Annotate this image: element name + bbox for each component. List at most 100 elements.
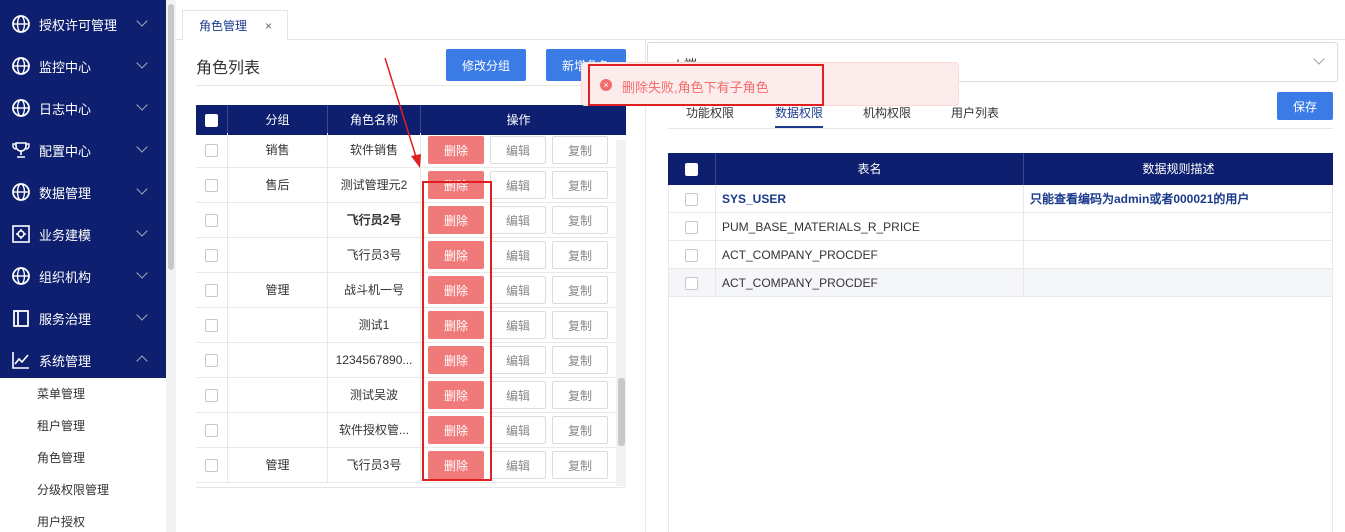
sidebar-subitem-0[interactable]: 菜单管理 [37, 378, 85, 410]
row-select[interactable] [196, 203, 228, 238]
sidebar-item-4[interactable]: 数据管理 [0, 171, 166, 213]
copy-button[interactable]: 复制 [552, 311, 608, 339]
row-role-name[interactable]: 战斗机一号 [328, 273, 421, 308]
edit-button[interactable]: 编辑 [490, 206, 546, 234]
row-select[interactable] [196, 273, 228, 308]
row-checkbox[interactable] [205, 319, 218, 333]
row-role-name[interactable]: 软件销售 [328, 133, 421, 168]
edit-button[interactable]: 编辑 [490, 171, 546, 199]
sidebar-item-6[interactable]: 组织机构 [0, 255, 166, 297]
table-row[interactable]: 1234567890... 删除 编辑 复制 [196, 343, 616, 378]
row-role-name[interactable]: 飞行员2号 [328, 203, 421, 238]
table-row[interactable]: 飞行员2号 删除 编辑 复制 [196, 203, 616, 238]
sidebar-item-2[interactable]: 日志中心 [0, 87, 166, 129]
row-role-name[interactable]: 测试管理元2 [328, 168, 421, 203]
table-row[interactable]: PUM_BASE_MATERIALS_R_PRICE [668, 213, 1333, 241]
tab-user-list[interactable]: 用户列表 [951, 104, 999, 121]
row-select[interactable] [196, 448, 228, 483]
sidebar-item-8[interactable]: 系统管理 [0, 339, 166, 381]
row-checkbox[interactable] [685, 277, 698, 291]
sidebar-scrollbar-thumb[interactable] [168, 4, 174, 270]
copy-button[interactable]: 复制 [552, 241, 608, 269]
select-all-checkbox[interactable] [685, 163, 698, 177]
row-role-name[interactable]: 飞行员3号 [328, 448, 421, 483]
table-row[interactable]: 飞行员3号 删除 编辑 复制 [196, 238, 616, 273]
row-checkbox[interactable] [205, 214, 218, 228]
row-role-name[interactable]: 测试吴波 [328, 378, 421, 413]
role-table-scrollbar-thumb[interactable] [618, 378, 625, 446]
table-row[interactable]: 测试1 删除 编辑 复制 [196, 308, 616, 343]
row-checkbox[interactable] [685, 221, 698, 235]
row-role-name[interactable]: 1234567890... [328, 343, 421, 378]
table-row[interactable]: 售后 测试管理元2 删除 编辑 复制 [196, 168, 616, 203]
sidebar-subitem-4[interactable]: 用户授权 [37, 506, 85, 532]
row-role-name[interactable]: 飞行员3号 [328, 238, 421, 273]
edit-button[interactable]: 编辑 [490, 276, 546, 304]
row-select[interactable] [668, 241, 716, 269]
select-all-checkbox[interactable] [205, 114, 218, 128]
row-checkbox[interactable] [685, 193, 698, 207]
table-row[interactable]: ACT_COMPANY_PROCDEF [668, 269, 1333, 297]
row-checkbox[interactable] [205, 459, 218, 473]
table-row[interactable]: 管理 战斗机一号 删除 编辑 复制 [196, 273, 616, 308]
row-select[interactable] [196, 308, 228, 343]
sidebar-subitem-3[interactable]: 分级权限管理 [37, 474, 109, 506]
copy-button[interactable]: 复制 [552, 346, 608, 374]
close-icon[interactable]: × [265, 19, 272, 33]
table-row[interactable]: 销售 软件销售 删除 编辑 复制 [196, 133, 616, 168]
row-select[interactable] [196, 378, 228, 413]
save-button[interactable]: 保存 [1277, 92, 1333, 120]
edit-button[interactable]: 编辑 [490, 346, 546, 374]
edit-button[interactable]: 编辑 [490, 241, 546, 269]
sidebar-item-3[interactable]: 配置中心 [0, 129, 166, 171]
header-select-all[interactable] [196, 105, 228, 135]
row-role-name[interactable]: 软件授权管... [328, 413, 421, 448]
tab-org-permission[interactable]: 机构权限 [863, 104, 911, 121]
row-checkbox[interactable] [205, 284, 218, 298]
edit-button[interactable]: 编辑 [490, 416, 546, 444]
table-row[interactable]: ACT_COMPANY_PROCDEF [668, 241, 1333, 269]
row-select[interactable] [196, 238, 228, 273]
sidebar-item-5[interactable]: 业务建模 [0, 213, 166, 255]
table-row[interactable]: 管理 飞行员3号 删除 编辑 复制 [196, 448, 616, 483]
edit-button[interactable]: 编辑 [490, 451, 546, 479]
row-select[interactable] [196, 413, 228, 448]
sidebar-item-0[interactable]: 授权许可管理 [0, 3, 166, 45]
row-select[interactable] [668, 185, 716, 213]
row-role-name[interactable]: 测试1 [328, 308, 421, 343]
copy-button[interactable]: 复制 [552, 416, 608, 444]
edit-button[interactable]: 编辑 [490, 136, 546, 164]
row-checkbox[interactable] [205, 179, 218, 193]
tab-data-permission[interactable]: 数据权限 [775, 104, 823, 121]
row-checkbox[interactable] [205, 354, 218, 368]
row-select[interactable] [196, 343, 228, 378]
row-select[interactable] [196, 168, 228, 203]
copy-button[interactable]: 复制 [552, 171, 608, 199]
header-select-all[interactable] [668, 153, 716, 185]
copy-button[interactable]: 复制 [552, 276, 608, 304]
edit-button[interactable]: 编辑 [490, 311, 546, 339]
sidebar-item-7[interactable]: 服务治理 [0, 297, 166, 339]
row-select[interactable] [668, 269, 716, 297]
row-checkbox[interactable] [205, 389, 218, 403]
tab-role-management[interactable]: 角色管理 × [182, 10, 288, 41]
sidebar-subitem-1[interactable]: 租户管理 [37, 410, 85, 442]
copy-button[interactable]: 复制 [552, 136, 608, 164]
copy-button[interactable]: 复制 [552, 451, 608, 479]
tab-function-permission[interactable]: 功能权限 [686, 104, 734, 121]
row-select[interactable] [668, 213, 716, 241]
row-checkbox[interactable] [685, 249, 698, 263]
row-select[interactable] [196, 133, 228, 168]
sidebar-item-1[interactable]: 监控中心 [0, 45, 166, 87]
delete-button[interactable]: 删除 [428, 136, 484, 164]
table-row[interactable]: SYS_USER 只能查看编码为admin或者000021的用户 [668, 185, 1333, 213]
copy-button[interactable]: 复制 [552, 381, 608, 409]
modify-group-button[interactable]: 修改分组 [446, 49, 526, 81]
edit-button[interactable]: 编辑 [490, 381, 546, 409]
table-row[interactable]: 软件授权管... 删除 编辑 复制 [196, 413, 616, 448]
copy-button[interactable]: 复制 [552, 206, 608, 234]
row-checkbox[interactable] [205, 144, 218, 158]
row-checkbox[interactable] [205, 424, 218, 438]
table-row[interactable]: 测试吴波 删除 编辑 复制 [196, 378, 616, 413]
sidebar-subitem-2[interactable]: 角色管理 [37, 442, 85, 474]
